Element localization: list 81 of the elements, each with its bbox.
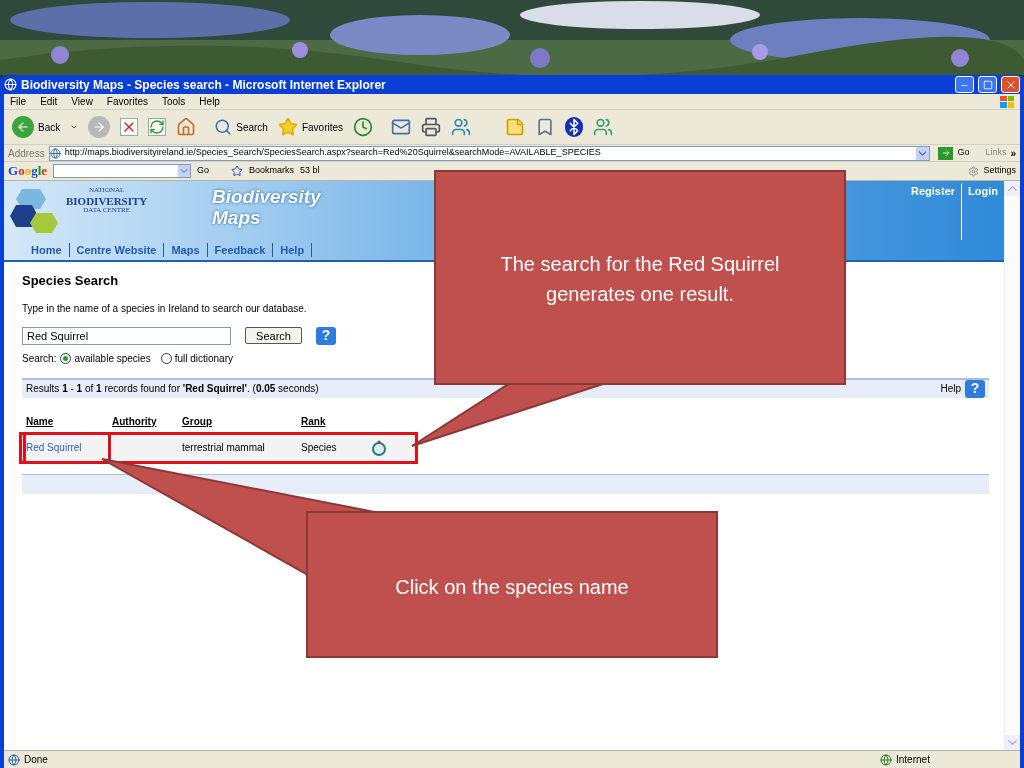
menu-item[interactable]: Help	[199, 94, 220, 109]
callout-text: The search for the Red Squirrel generates one result.	[499, 252, 781, 307]
site-title: Maps	[212, 207, 261, 229]
settings-button[interactable]: Settings	[968, 164, 1016, 178]
dropdown-icon[interactable]	[178, 165, 191, 177]
stop-icon[interactable]	[120, 118, 139, 136]
google-go-button[interactable]: Go	[197, 164, 210, 178]
nav-link[interactable]: Feedback	[207, 243, 274, 257]
window-title: Biodiversity Maps - Species search - Microsoft Internet Explorer	[21, 76, 387, 94]
search-icon	[214, 118, 233, 136]
settings-icon	[968, 165, 980, 177]
bluetooth-icon[interactable]	[565, 117, 584, 137]
menu-item[interactable]: Favorites	[106, 94, 148, 109]
address-field[interactable]: http://maps.biodiversityireland.ie/Species_Search/SpeciesSearch.aspx?search=Red%20Squirrel&searchMode=AVAILABLE_SPECIES	[48, 145, 931, 161]
species-link[interactable]: Red Squirrel	[26, 434, 108, 461]
search-field[interactable]: Red Squirrel	[22, 326, 231, 345]
chevron-text[interactable]: »	[1010, 145, 1016, 161]
maximize-button[interactable]	[978, 76, 997, 93]
note-icon[interactable]	[505, 117, 526, 137]
favorites-button[interactable]: Favorites	[277, 117, 344, 137]
dropdown-icon[interactable]	[916, 146, 930, 160]
menu-item[interactable]: File	[10, 94, 27, 109]
page-heading: Species Search	[22, 272, 120, 290]
table-cell-text: Species	[301, 441, 338, 455]
scope-radio[interactable]: full dictionary	[160, 350, 233, 366]
menu-item[interactable]: View	[71, 94, 93, 109]
status-text: Done	[24, 753, 49, 767]
results-help[interactable]: Help	[940, 381, 961, 396]
zone-text: Internet	[896, 753, 931, 767]
globe-icon	[880, 753, 892, 766]
close-button[interactable]	[1001, 76, 1020, 93]
callout-text: Click on the species name	[395, 575, 629, 600]
emblem-icon[interactable]	[371, 439, 387, 456]
column-header[interactable]: Name	[26, 413, 112, 429]
scroll-up-icon[interactable]	[1005, 181, 1020, 196]
table-cell-text: terrestrial mammal	[182, 441, 266, 455]
home-icon[interactable]	[176, 117, 197, 137]
help-button[interactable]: ?	[965, 379, 985, 398]
column-header[interactable]: Rank	[301, 413, 371, 429]
account-link[interactable]: Login	[961, 183, 998, 240]
star-icon[interactable]	[231, 165, 244, 177]
scope-radio[interactable]: available species	[60, 350, 151, 366]
scroll-down-icon[interactable]	[1005, 735, 1020, 750]
help-button[interactable]: ?	[316, 326, 336, 345]
nav-link[interactable]: Maps	[164, 243, 208, 257]
caret-icon[interactable]	[70, 123, 79, 131]
bookmarks-button[interactable]: Bookmarks	[249, 164, 295, 178]
back-button[interactable]: Back	[12, 116, 61, 138]
column-header[interactable]: Authority	[112, 413, 182, 429]
nav-link[interactable]: Home	[24, 243, 70, 257]
site-title: Biodiversity	[212, 187, 321, 208]
address-label: Address	[8, 146, 45, 161]
results-summary: Results 1 - 1 of 1 records found for 'Red Squirrel'. (0.05 seconds)	[26, 382, 320, 396]
maximize-icon	[982, 79, 993, 90]
windows-flag-icon	[1000, 95, 1014, 108]
people-icon[interactable]	[593, 117, 614, 137]
page-icon	[49, 147, 61, 159]
scope-label: Search:	[22, 351, 57, 366]
page-icon	[8, 753, 20, 766]
menu-item[interactable]: Tools	[162, 94, 186, 109]
blocked-count[interactable]: 53 bl	[300, 164, 320, 178]
star-icon	[277, 117, 298, 137]
scrollbar[interactable]	[1004, 181, 1020, 750]
nav-link[interactable]: Centre Website	[69, 243, 165, 257]
column-header[interactable]: Group	[182, 413, 301, 429]
nav-link[interactable]: Help	[273, 243, 313, 257]
google-logo: Google	[8, 162, 48, 181]
browser-icon	[4, 78, 17, 91]
menu-item[interactable]: Edit	[40, 94, 58, 109]
google-search-field[interactable]	[53, 164, 192, 178]
search-button[interactable]: Search	[214, 118, 268, 136]
go-arrow-icon	[940, 148, 951, 158]
history-icon[interactable]	[353, 117, 374, 137]
mail-icon[interactable]	[391, 117, 412, 137]
print-icon[interactable]	[421, 117, 442, 137]
intro-text: Type in the name of a species in Ireland to search our database.	[22, 301, 308, 316]
messenger-icon[interactable]	[451, 117, 472, 137]
logo-text: BIODIVERSITY	[66, 194, 148, 207]
minimize-button[interactable]	[955, 76, 974, 93]
refresh-icon[interactable]	[148, 118, 167, 136]
search-button[interactable]: Search	[245, 327, 302, 344]
